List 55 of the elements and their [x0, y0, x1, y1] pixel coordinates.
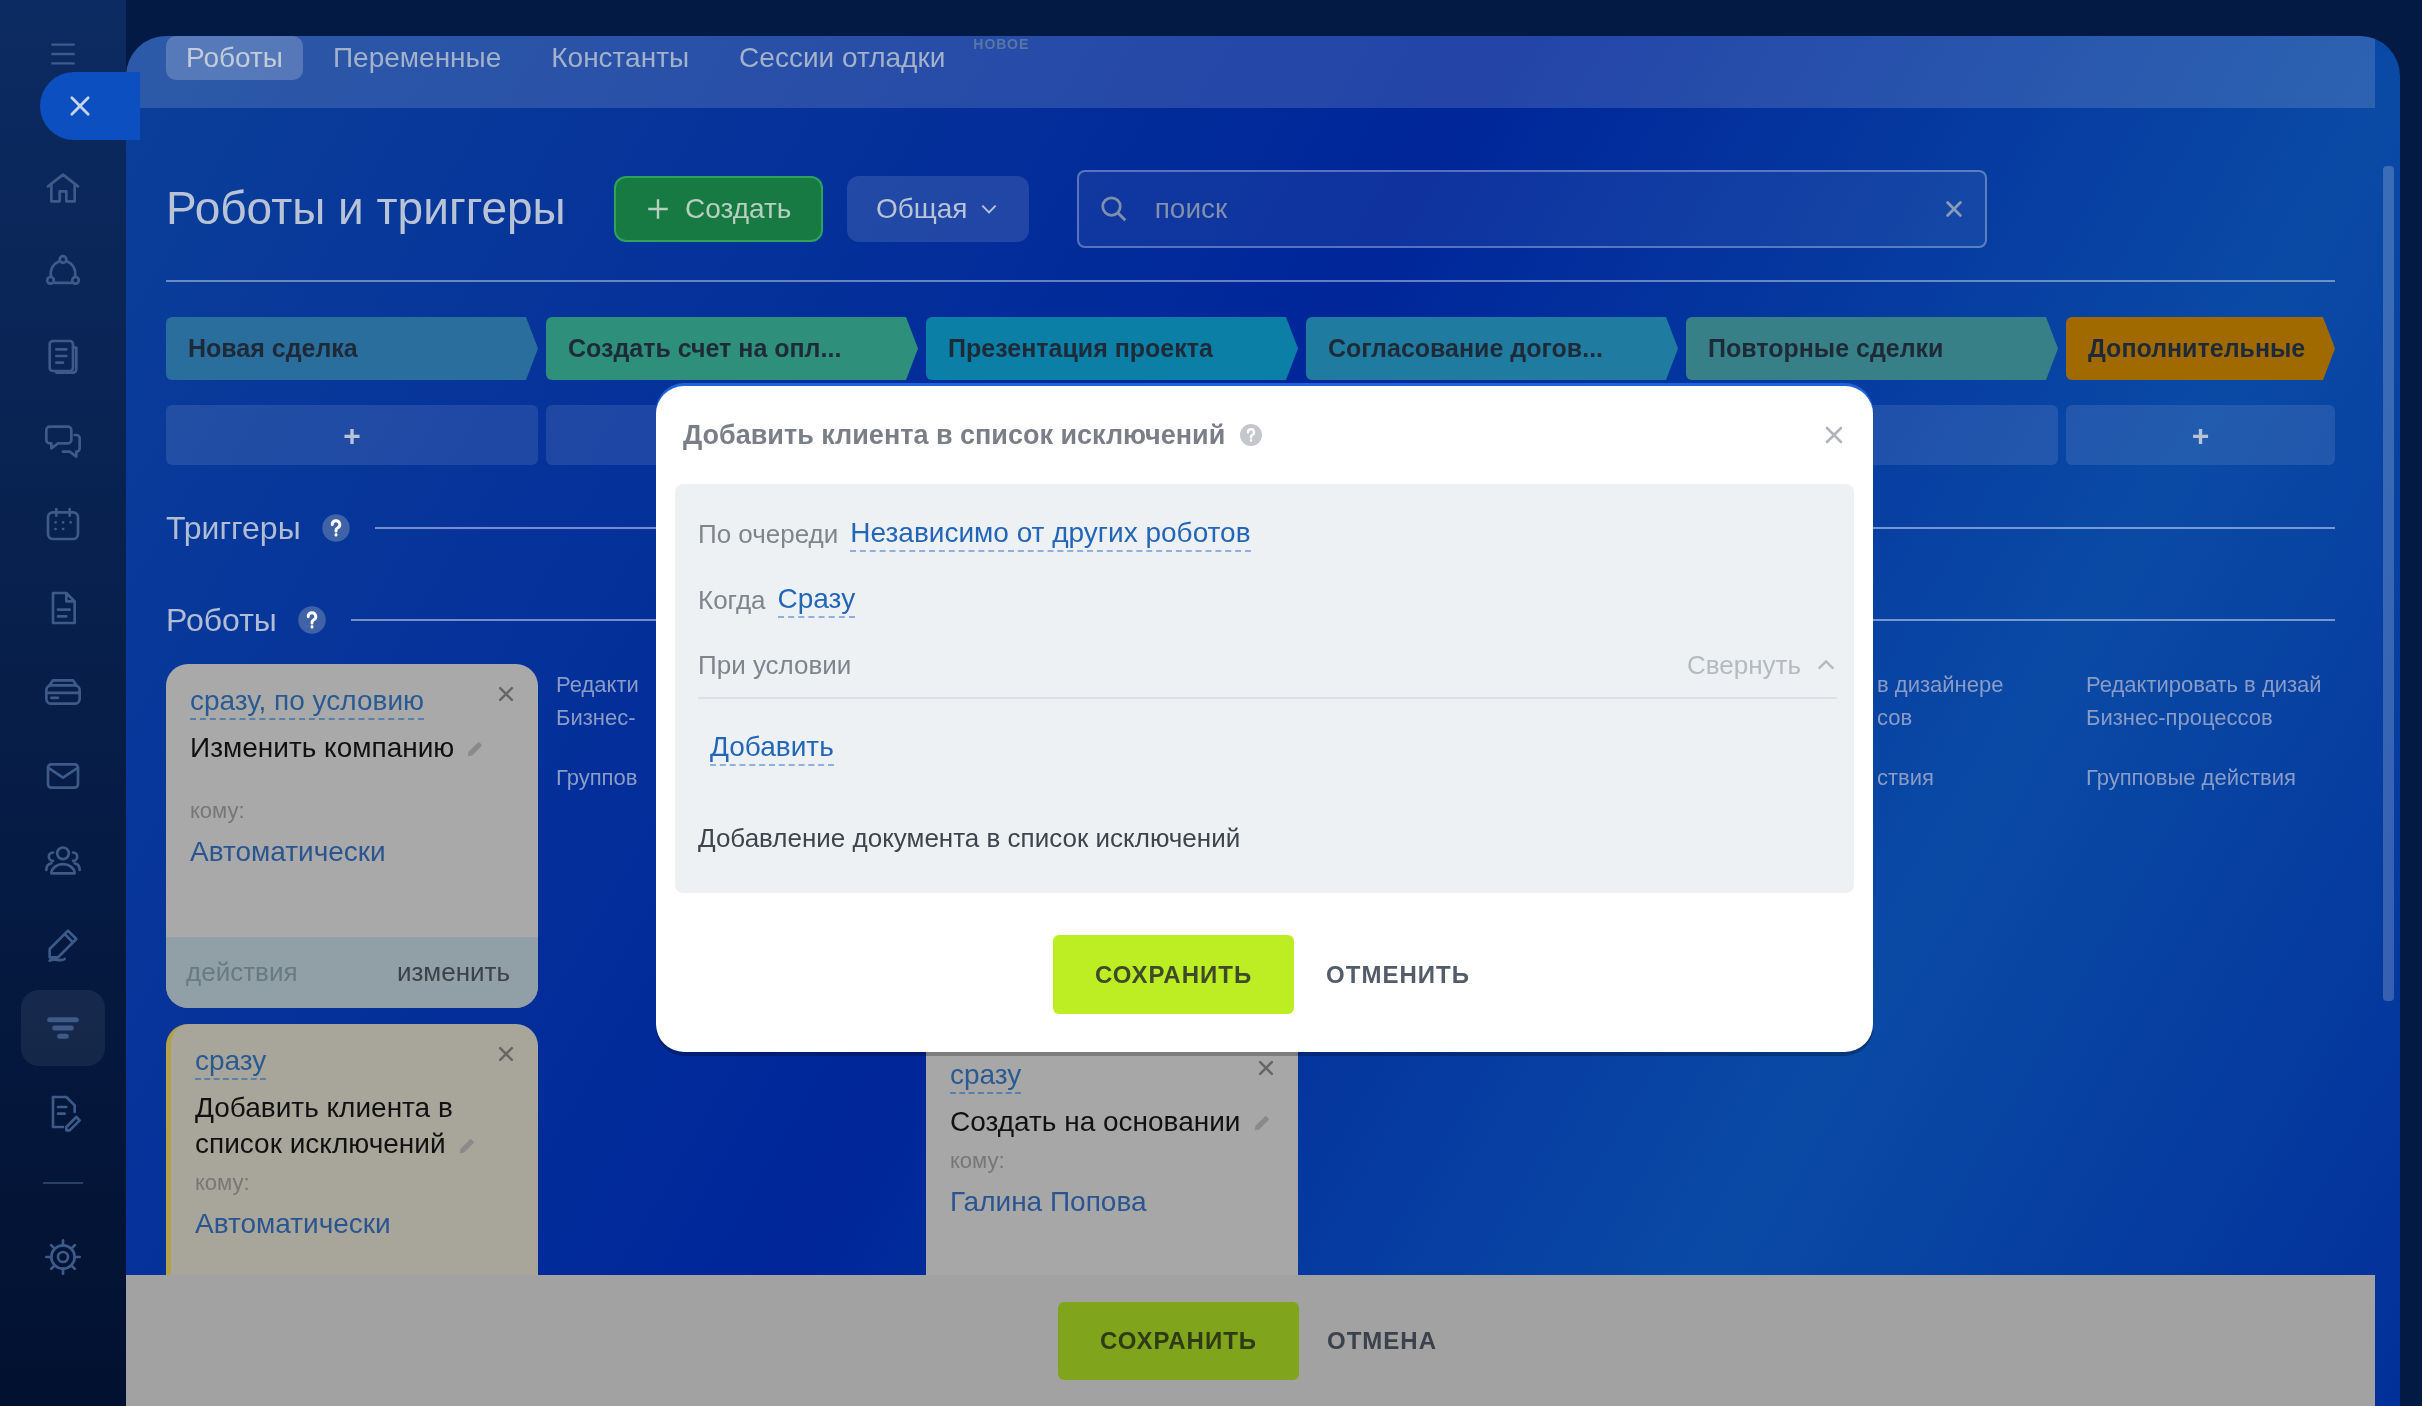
group-actions-link[interactable]: ствия — [1877, 761, 2058, 794]
robot-title: Изменить компанию — [190, 729, 516, 766]
dialog-title: Добавить клиента в список исключений — [683, 418, 1226, 452]
help-icon — [320, 513, 351, 543]
add-button[interactable]: + — [166, 405, 538, 465]
tab[interactable]: Сессии отладки — [719, 36, 966, 80]
tab[interactable]: Переменные — [312, 36, 522, 80]
settings-icon — [43, 1237, 83, 1277]
collapse-toggle[interactable]: Свернуть — [1686, 645, 1837, 685]
condition-link[interactable]: сразу — [195, 1044, 267, 1080]
edit-in-designer-link[interactable]: Редактировать в дизай Бизнес-процессов — [2086, 668, 2335, 734]
cancel-button[interactable]: ОТМЕНИТЬ — [1320, 955, 1476, 994]
tab[interactable]: Константы — [531, 36, 710, 80]
field-value-link[interactable]: Сразу — [777, 582, 856, 618]
stage-label[interactable]: Дополнительные — [2066, 317, 2335, 380]
group-actions-link[interactable]: Групповые действия — [2086, 761, 2335, 794]
field-label: По очереди — [698, 517, 839, 551]
add-button[interactable]: + — [2066, 405, 2335, 465]
close-icon — [496, 1044, 516, 1064]
cancel-button[interactable]: ОТМЕНА — [1321, 1321, 1443, 1360]
close-icon — [496, 684, 516, 704]
assignee-link[interactable]: Галина Попова — [950, 1181, 1147, 1223]
condition-link[interactable]: сразу, по условию — [190, 684, 425, 720]
sidebar-button[interactable] — [21, 990, 105, 1066]
help-icon — [1239, 423, 1264, 447]
save-button[interactable]: СОХРАНИТЬ — [1053, 935, 1295, 1014]
add-condition-link[interactable]: Добавить — [710, 730, 834, 766]
robot-title: Создать на основании — [950, 1103, 1276, 1140]
create-button[interactable]: Создать — [613, 176, 823, 242]
stage-label[interactable]: Согласование догов... — [1306, 317, 1678, 380]
edit-in-designer-link[interactable]: в дизайнере сов — [1877, 668, 2058, 734]
stage-label[interactable]: Презентация проекта — [926, 317, 1298, 380]
robot-title: Добавить клиента в список исключений — [195, 1089, 516, 1163]
condition-link[interactable]: сразу — [950, 1058, 1022, 1094]
field-label: При условии — [698, 648, 852, 682]
stage-label[interactable]: Повторные сделки — [1686, 317, 2058, 380]
robot-description: Добавление документа в список исключений — [698, 822, 1242, 855]
close-button[interactable] — [40, 72, 140, 140]
section-title: Триггеры — [166, 509, 301, 548]
assignee-link[interactable]: Автоматически — [190, 831, 386, 873]
stage-label[interactable]: Создать счет на опл... — [546, 317, 918, 380]
stage-label[interactable]: Новая сделка — [166, 317, 538, 380]
help-icon — [296, 605, 327, 635]
save-button[interactable]: СОХРАНИТЬ — [1058, 1301, 1299, 1380]
edit-link[interactable]: изменить — [390, 952, 516, 993]
filter-dropdown[interactable]: Общая — [846, 176, 1029, 242]
close-icon — [1256, 1058, 1276, 1078]
field-value-link[interactable]: Независимо от других роботов — [850, 516, 1251, 552]
page-title: Роботы и триггеры — [166, 181, 566, 237]
assignee-link[interactable]: Автоматически — [195, 1203, 391, 1246]
tab[interactable]: Роботы — [166, 36, 303, 80]
field-label: Когда — [698, 583, 766, 617]
scrollbar[interactable] — [2383, 166, 2394, 1001]
search-icon — [1098, 194, 1129, 224]
section-title: Роботы — [166, 601, 277, 640]
